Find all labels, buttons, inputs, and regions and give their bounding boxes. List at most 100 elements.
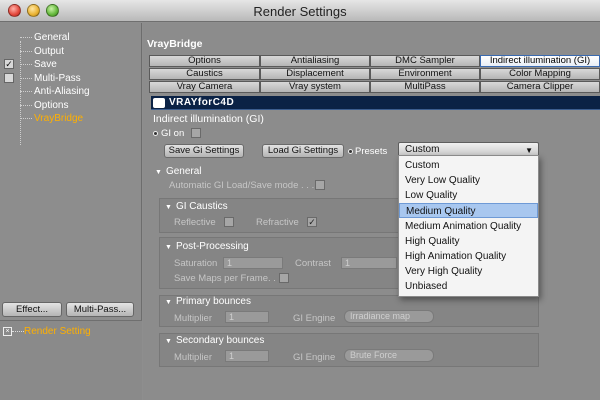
render-setting-list: × Render Setting xyxy=(0,320,142,400)
expand-icon[interactable]: × xyxy=(3,327,12,336)
tab-vray-system[interactable]: Vray system xyxy=(260,81,370,93)
tab-color-mapping[interactable]: Color Mapping xyxy=(480,68,600,80)
primary-gi-engine-label: GI Engine xyxy=(293,313,336,324)
menu-item-medium-animation-quality[interactable]: Medium Animation Quality xyxy=(399,219,538,234)
collapse-triangle-icon: ▼ xyxy=(165,204,172,211)
render-setting-item[interactable]: Render Setting xyxy=(24,326,91,337)
sidebar-item-label: Output xyxy=(34,45,65,57)
auto-gi-checkbox[interactable] xyxy=(315,180,325,190)
save-gi-settings-button[interactable]: Save Gi Settings xyxy=(164,144,244,158)
tab-antialiasing[interactable]: Antialiasing xyxy=(260,55,370,67)
primary-gi-engine-select[interactable]: Irradiance map xyxy=(344,310,434,323)
sidebar-item-anti-aliasing[interactable]: Anti-Aliasing xyxy=(0,85,142,99)
sidebar-item-options[interactable]: Options xyxy=(0,99,142,113)
primary-multiplier-field[interactable]: 1 xyxy=(225,311,269,323)
tab-environment[interactable]: Environment xyxy=(370,68,480,80)
tab-camera-clipper[interactable]: Camera Clipper xyxy=(480,81,600,93)
collapse-triangle-icon: ▼ xyxy=(165,338,172,345)
reflective-checkbox[interactable] xyxy=(224,217,234,227)
tab-multipass[interactable]: MultiPass xyxy=(370,81,480,93)
secondary-bounces-header[interactable]: ▼ Secondary bounces xyxy=(165,335,264,346)
effect-button[interactable]: Effect... xyxy=(2,302,62,317)
presets-label: Presets xyxy=(355,146,388,157)
menu-item-very-low-quality[interactable]: Very Low Quality xyxy=(399,173,538,188)
gi-on-checkbox[interactable] xyxy=(191,128,201,138)
tree-guide xyxy=(20,50,32,52)
tab-options[interactable]: Options xyxy=(149,55,260,67)
sidebar-item-label: General xyxy=(34,32,70,43)
settings-tree: General Output ✓ Save Multi-Pass Anti-Al… xyxy=(0,31,142,145)
primary-multiplier-label: Multiplier xyxy=(174,313,213,324)
save-maps-checkbox[interactable] xyxy=(279,273,289,283)
saturation-field[interactable]: 1 xyxy=(223,257,283,269)
gi-on-label: GI on xyxy=(161,128,185,139)
tree-guide xyxy=(20,64,32,65)
presets-menu: Custom Very Low Quality Low Quality Medi… xyxy=(398,155,539,297)
sidebar-item-label: Save xyxy=(34,59,57,70)
auto-gi-label: Automatic GI Load/Save mode . . . xyxy=(169,180,315,191)
gi-caustics-header[interactable]: ▼ GI Caustics xyxy=(165,201,228,212)
refractive-checkbox[interactable]: ✓ xyxy=(307,217,317,227)
menu-item-high-quality[interactable]: High Quality xyxy=(399,234,538,249)
saturation-label: Saturation xyxy=(174,258,218,269)
sidebar-item-vraybridge[interactable]: VrayBridge xyxy=(0,112,142,126)
primary-bounces-header-label: Primary bounces xyxy=(175,296,251,307)
menu-item-custom[interactable]: Custom xyxy=(399,158,538,173)
secondary-gi-engine-select[interactable]: Brute Force xyxy=(344,349,434,362)
save-maps-label: Save Maps per Frame. . . xyxy=(174,273,282,284)
tree-guide xyxy=(20,118,32,119)
collapse-triangle-icon: ▼ xyxy=(165,244,172,251)
sidebar-item-label: Options xyxy=(34,99,69,111)
vray-logo-icon xyxy=(153,98,165,108)
tree-guide xyxy=(20,37,32,38)
post-processing-header-label: Post-Processing xyxy=(175,241,249,252)
secondary-multiplier-field[interactable]: 1 xyxy=(225,350,269,362)
menu-item-high-animation-quality[interactable]: High Animation Quality xyxy=(399,249,538,264)
tree-guide xyxy=(20,104,32,106)
sidebar-item-label: VrayBridge xyxy=(34,113,84,124)
presets-dropdown-value: Custom xyxy=(405,144,440,155)
secondary-bounces-header-label: Secondary bounces xyxy=(175,335,265,346)
tab-caustics[interactable]: Caustics xyxy=(149,68,260,80)
contrast-label: Contrast xyxy=(295,258,331,269)
refractive-label: Refractive xyxy=(256,217,299,228)
gi-caustics-header-label: GI Caustics xyxy=(175,201,228,212)
section-title: Indirect illumination (GI) xyxy=(153,113,264,125)
tree-guide xyxy=(20,91,32,92)
menu-item-medium-quality[interactable]: Medium Quality xyxy=(399,203,538,218)
sidebar-item-label: Multi-Pass xyxy=(34,72,81,84)
tab-dmc-sampler[interactable]: DMC Sampler xyxy=(370,55,480,67)
collapse-triangle-icon: ▼ xyxy=(165,299,172,306)
tab-displacement[interactable]: Displacement xyxy=(260,68,370,80)
tab-vray-camera[interactable]: Vray Camera xyxy=(149,81,260,93)
menu-item-very-high-quality[interactable]: Very High Quality xyxy=(399,264,538,279)
sidebar-item-output[interactable]: Output xyxy=(0,45,142,59)
sidebar-item-label: Anti-Aliasing xyxy=(34,86,90,97)
presets-radio[interactable] xyxy=(348,149,353,154)
title-bar: Render Settings xyxy=(0,0,600,22)
multi-pass-enable-checkbox[interactable] xyxy=(4,72,14,83)
menu-item-low-quality[interactable]: Low Quality xyxy=(399,188,538,203)
gi-on-radio[interactable] xyxy=(153,131,158,136)
secondary-gi-engine-label: GI Engine xyxy=(293,352,336,363)
settings-sidebar: General Output ✓ Save Multi-Pass Anti-Al… xyxy=(0,23,142,400)
sidebar-item-multi-pass[interactable]: Multi-Pass xyxy=(0,72,142,86)
collapse-triangle-icon: ▼ xyxy=(155,169,162,176)
panel-title: VrayBridge xyxy=(147,38,203,50)
tree-guide xyxy=(20,77,32,79)
sidebar-item-save[interactable]: ✓ Save xyxy=(0,58,142,72)
sidebar-item-general[interactable]: General xyxy=(0,31,142,45)
multi-pass-button[interactable]: Multi-Pass... xyxy=(66,302,134,317)
vray-banner-text: VRAYforC4D xyxy=(169,97,235,108)
load-gi-settings-button[interactable]: Load Gi Settings xyxy=(262,144,344,158)
window-title: Render Settings xyxy=(253,4,347,19)
primary-bounces-header[interactable]: ▼ Primary bounces xyxy=(165,296,251,307)
general-header-label: General xyxy=(165,166,202,177)
general-group-header[interactable]: ▼ General xyxy=(155,166,202,177)
vray-banner: VRAYforC4D xyxy=(151,96,600,110)
save-enable-checkbox[interactable]: ✓ xyxy=(4,59,14,69)
contrast-field[interactable]: 1 xyxy=(341,257,397,269)
menu-item-unbiased[interactable]: Unbiased xyxy=(399,279,538,294)
tab-indirect-illumination[interactable]: Indirect illumination (GI) xyxy=(480,55,600,67)
post-processing-header[interactable]: ▼ Post-Processing xyxy=(165,241,249,252)
